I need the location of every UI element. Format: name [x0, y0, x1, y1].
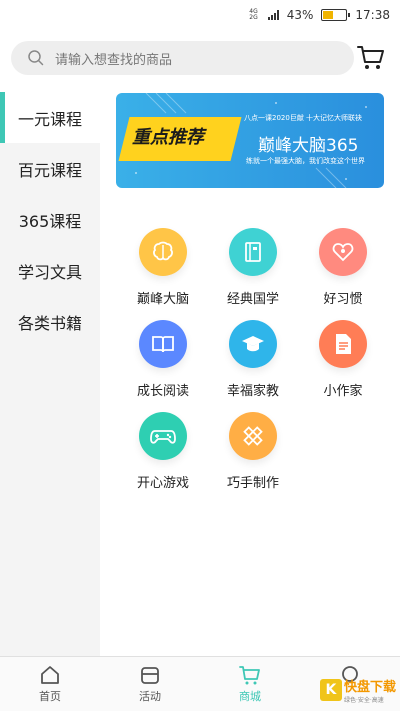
watermark-logo: K 快盘下载 绿色·安全·高速 [319, 676, 396, 704]
grid-item-young-writer[interactable]: 小作家 [298, 320, 388, 400]
home-icon [41, 666, 59, 684]
heart-icon [319, 228, 367, 276]
sidebar-item-stationery[interactable]: 学习文具 [0, 245, 100, 296]
grid-item-brain[interactable]: 巅峰大脑 [118, 228, 208, 308]
grid-item-family-education[interactable]: 幸福家教 [208, 320, 298, 400]
battery-percent: 43% [286, 8, 314, 22]
search-row: 请输入想查找的商品 [0, 38, 400, 82]
tab-home[interactable]: 首页 [0, 657, 100, 711]
category-sidebar: 一元课程 百元课程 365课程 学习文具 各类书籍 [0, 92, 100, 657]
banner-title: 巅峰大脑365 [258, 136, 359, 156]
status-bar: 4G 2G 43% 17:38 [0, 0, 400, 30]
watermark-k-icon: K [319, 679, 342, 701]
cart-icon [239, 666, 260, 685]
search-input[interactable]: 请输入想查找的商品 [11, 41, 354, 75]
banner-top-line: 八点一课2020巨献 十大记忆大师联袂 [244, 114, 363, 122]
shopping-cart-icon[interactable] [356, 42, 386, 72]
pencil-ruler-icon [229, 412, 277, 460]
search-icon [28, 50, 44, 66]
activity-icon [141, 667, 159, 684]
banner-subtitle: 练就一个最强大脑，我们改变这个世界 [246, 157, 365, 165]
gamepad-icon [139, 412, 187, 460]
watermark-tagline: 绿色·安全·高速 [343, 697, 384, 704]
book-icon [229, 228, 277, 276]
sidebar-item-baiyuan[interactable]: 百元课程 [0, 143, 100, 194]
signal-icon [267, 10, 279, 20]
graduation-cap-icon [229, 320, 277, 368]
grid-item-handcraft[interactable]: 巧手制作 [208, 412, 298, 492]
watermark-brand: 快盘下载 [343, 680, 396, 695]
network-indicator: 4G 2G [249, 8, 258, 21]
clock: 17:38 [355, 8, 390, 22]
grid-item-games[interactable]: 开心游戏 [118, 412, 208, 492]
open-book-icon [139, 320, 187, 368]
sidebar-item-books[interactable]: 各类书籍 [0, 296, 100, 347]
sidebar-item-yiyuan[interactable]: 一元课程 [0, 92, 100, 143]
document-icon [319, 320, 367, 368]
promo-banner[interactable]: 重点推荐 八点一课2020巨献 十大记忆大师联袂 巅峰大脑365 练就一个最强大… [116, 93, 384, 188]
banner-tag: 重点推荐 [132, 127, 204, 148]
grid-item-classics[interactable]: 经典国学 [208, 228, 298, 308]
grid-item-habits[interactable]: 好习惯 [298, 228, 388, 308]
sidebar-item-365[interactable]: 365课程 [0, 194, 100, 245]
tab-activity[interactable]: 活动 [100, 657, 200, 711]
brain-icon [139, 228, 187, 276]
tab-mall[interactable]: 商城 [200, 657, 300, 711]
battery-icon [321, 9, 351, 21]
search-placeholder: 请输入想查找的商品 [55, 52, 173, 68]
grid-item-reading[interactable]: 成长阅读 [118, 320, 208, 400]
